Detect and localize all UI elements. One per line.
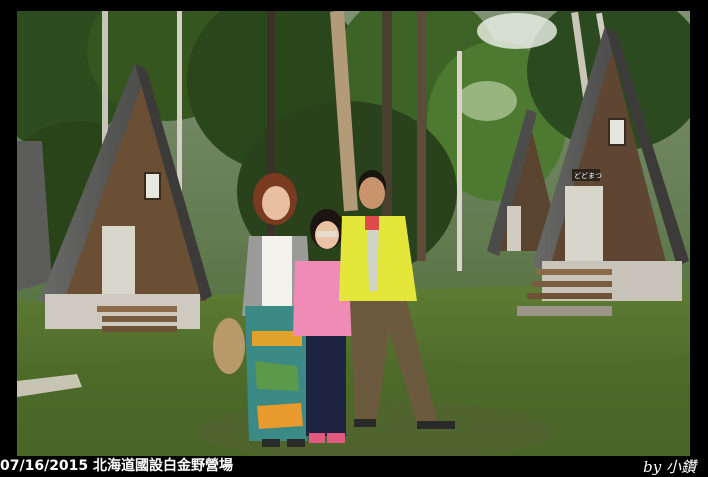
photo-scene: どどまつ (17, 11, 690, 456)
caption-date: 07/16/2015 (0, 458, 89, 474)
family-photo: どどまつ (17, 11, 690, 456)
photo-caption: 07/16/2015 北海道國設白金野營場 (0, 456, 233, 477)
cabin-sign: どどまつ (574, 172, 602, 180)
photo-credit: by 小鑽 (643, 458, 696, 476)
photo-frame: どどまつ 07/16/2015 北海道國設白金野營場 by 小鑽 (0, 0, 708, 477)
caption-title: 北海道國設白金野營場 (93, 458, 234, 474)
